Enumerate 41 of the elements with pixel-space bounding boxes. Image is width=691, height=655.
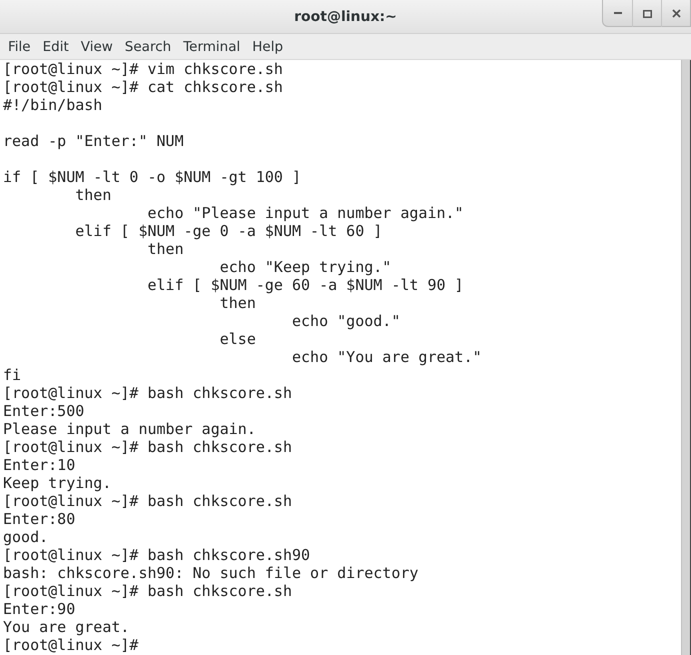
terminal-line: else (218, 330, 257, 348)
close-icon (672, 9, 680, 18)
terminal-line: [root@linux ~]# cat chkscore.sh (3, 78, 284, 96)
terminal-line: echo "You are great." (290, 348, 483, 366)
menu-item[interactable]: Help (246, 38, 290, 54)
terminal-line: Enter:10 (3, 456, 76, 474)
terminal-line: echo "good." (290, 312, 402, 330)
terminal-line: [root@linux ~]# bash chkscore.sh (3, 438, 293, 456)
terminal-line: Keep trying. (3, 474, 112, 492)
terminal-line: elif [ $NUM -ge 60 -a $NUM -lt 90 ] (146, 276, 465, 294)
menu-item[interactable]: File (2, 38, 37, 54)
terminal-line: elif [ $NUM -ge 0 -a $NUM -lt 60 ] (74, 222, 384, 240)
terminal-line: Enter:90 (3, 600, 76, 618)
terminal-line: then (74, 186, 112, 204)
terminal-line: if [ $NUM -lt 0 -o $NUM -gt 100 ] (3, 168, 302, 186)
terminal-line: fi (3, 366, 22, 384)
menu-item[interactable]: Search (118, 38, 178, 54)
terminal-line: [root@linux ~]# bash chkscore.sh (3, 582, 293, 600)
terminal-line: good. (3, 528, 50, 546)
maximize-icon (642, 10, 652, 18)
terminal-line: You are great. (3, 618, 130, 636)
terminal-line: then (218, 294, 257, 312)
terminal-line: #!/bin/bash (3, 96, 104, 114)
terminal-line: [root@linux ~]# bash chkscore.sh (3, 384, 293, 402)
minimize-icon (614, 12, 622, 15)
terminal-line: [root@linux ~]# bash chkscore.sh90 (3, 546, 312, 564)
menu-item[interactable]: Edit (36, 38, 75, 54)
window-title: root@linux:~ (294, 8, 397, 24)
terminal-line: echo "Please input a number again." (146, 204, 465, 222)
terminal-line: [root@linux ~]# (3, 636, 140, 654)
menu-item[interactable]: Terminal (177, 38, 246, 54)
terminal-line: read -p "Enter:" NUM (3, 132, 185, 150)
terminal-line: [root@linux ~]# bash chkscore.sh (3, 492, 293, 510)
terminal-line: Enter:80 (3, 510, 76, 528)
menu-item[interactable]: View (74, 38, 119, 54)
terminal-line: [root@linux ~]# vim chkscore.sh (3, 60, 284, 78)
terminal-line: echo "Keep trying." (218, 258, 392, 276)
terminal-line: bash: chkscore.sh90: No such file or directory (3, 564, 420, 582)
terminal-line: then (146, 240, 185, 258)
terminal-line: Enter:500 (3, 402, 86, 420)
terminal-line: Please input a number again. (3, 420, 257, 438)
